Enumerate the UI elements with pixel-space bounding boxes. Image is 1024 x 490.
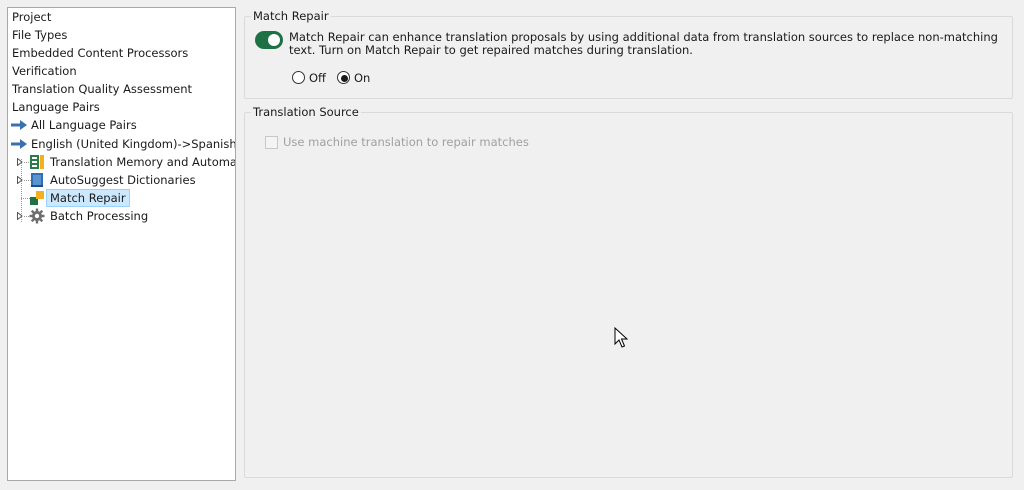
radio-label: Off <box>309 71 326 85</box>
group-title: Match Repair <box>251 9 331 24</box>
translation-memory-icon <box>30 155 44 169</box>
tree-item-label: Translation Memory and Automated <box>50 155 236 169</box>
tree-item-label: Batch Processing <box>50 209 149 223</box>
toggle-knob <box>268 34 280 46</box>
match-repair-toggle[interactable] <box>255 31 283 49</box>
tree-item-label: AutoSuggest Dictionaries <box>50 173 196 187</box>
use-mt-checkbox-label: Use machine translation to repair matche… <box>283 135 529 149</box>
expand-chevron-icon[interactable] <box>17 158 23 166</box>
expand-chevron-icon[interactable] <box>17 212 23 220</box>
match-repair-icon <box>30 191 44 205</box>
tree-item-label: Translation Quality Assessment <box>12 82 193 96</box>
tree-item-label: File Types <box>12 28 68 42</box>
arrow-right-icon <box>11 120 27 130</box>
radio-label: On <box>354 71 371 85</box>
arrow-right-icon <box>11 139 27 149</box>
dictionary-icon <box>31 173 43 187</box>
use-mt-checkbox[interactable] <box>265 136 278 149</box>
gear-icon <box>29 208 45 224</box>
tree-item-translation-memory[interactable]: Translation Memory and Automated <box>8 153 236 171</box>
match-repair-group: Match Repair <box>244 9 1013 99</box>
tree-item-label: All Language Pairs <box>31 118 137 132</box>
tree-item-label: English (United Kingdom)->Spanish (Sp <box>31 137 236 151</box>
match-repair-description: Match Repair can enhance translation pro… <box>289 30 998 57</box>
tree-item-label: Language Pairs <box>12 100 100 114</box>
tree-item-label: Embedded Content Processors <box>12 46 189 60</box>
radio-circle <box>292 71 305 84</box>
tree-item-label: Verification <box>12 64 77 78</box>
expand-chevron-icon[interactable] <box>17 176 23 184</box>
translation-source-group: Translation Source <box>244 105 1013 478</box>
group-title: Translation Source <box>251 105 361 120</box>
settings-tree[interactable]: Project File Types Embedded Content Proc… <box>7 7 236 481</box>
radio-circle <box>337 71 350 84</box>
mouse-cursor-icon <box>614 327 628 348</box>
tree-item-label: Match Repair <box>46 189 130 207</box>
tree-item-label: Project <box>12 10 52 24</box>
